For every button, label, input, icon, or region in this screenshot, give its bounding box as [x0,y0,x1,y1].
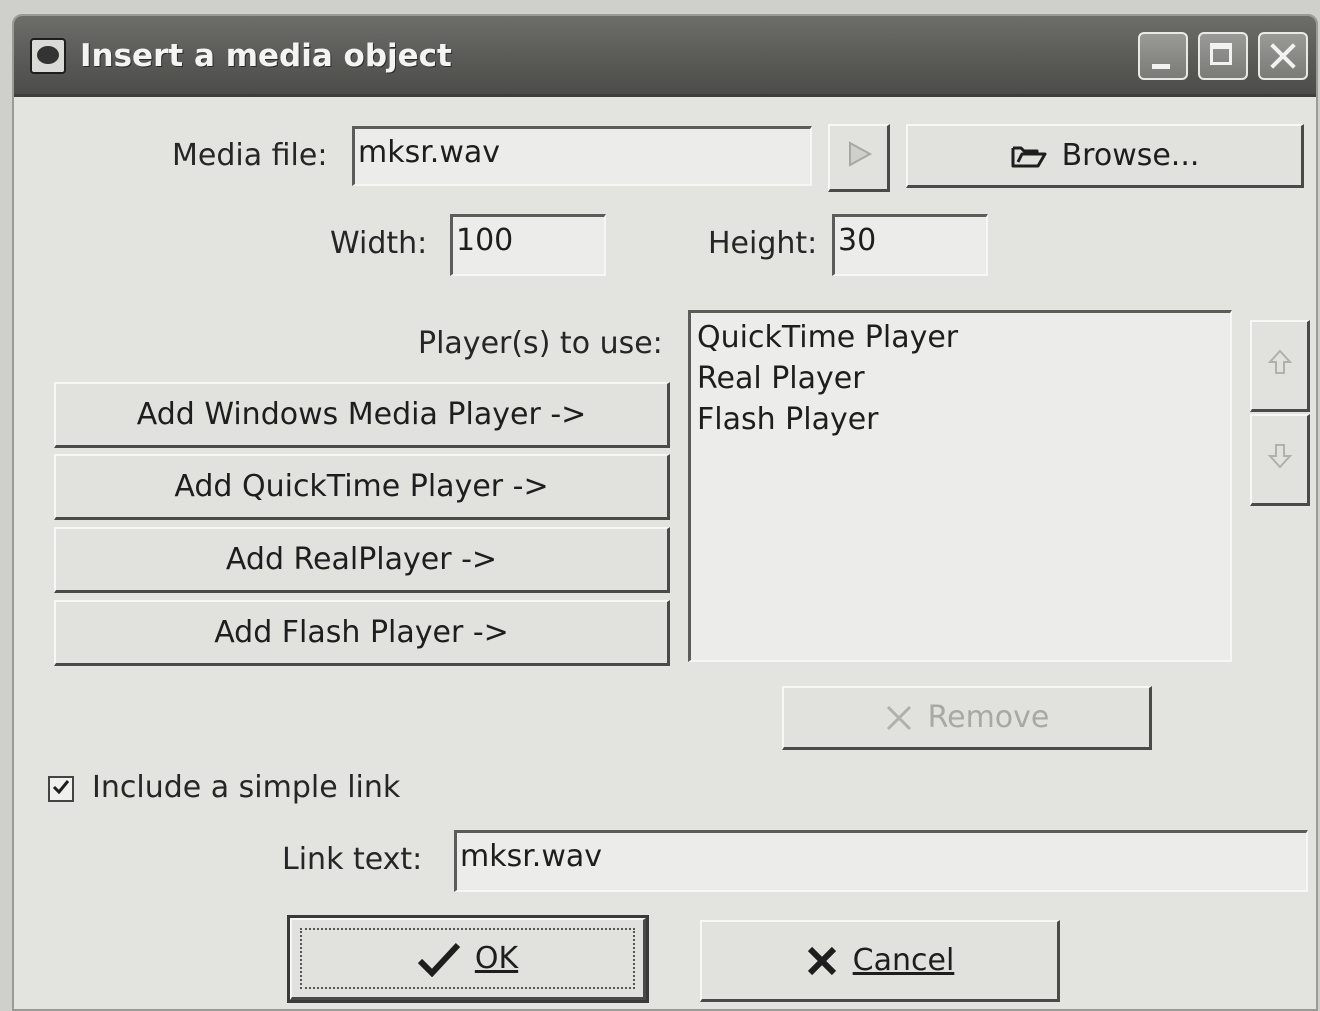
include-link-label[interactable]: Include a simple link [92,770,400,805]
cancel-label: Cancel [853,943,955,978]
add-windows-media-player-button[interactable]: Add Windows Media Player -> [54,382,670,448]
move-up-button[interactable] [1250,320,1310,412]
players-list[interactable]: QuickTime Player Real Player Flash Playe… [688,310,1232,662]
play-button[interactable] [828,124,890,192]
x-icon [884,703,914,733]
move-down-button[interactable] [1250,414,1310,506]
focus-ring [300,928,635,989]
include-link-checkbox[interactable] [48,776,74,802]
media-file-input[interactable]: mksr.wav [352,126,812,186]
close-button[interactable] [1258,32,1308,80]
link-text-label: Link text: [282,842,423,877]
browse-button[interactable]: Browse... [906,124,1304,188]
maximize-button[interactable] [1198,32,1248,80]
insert-media-dialog: Insert a media object Media file: mksr.w… [12,14,1318,1011]
checkmark-icon [51,777,71,801]
arrow-up-icon [1267,348,1293,384]
add-quicktime-player-button[interactable]: Add QuickTime Player -> [54,454,670,520]
height-label: Height: [708,226,818,261]
arrow-down-icon [1267,442,1293,478]
list-item[interactable]: Real Player [697,358,1230,399]
height-input[interactable]: 30 [832,214,988,276]
link-text-input[interactable]: mksr.wav [454,830,1308,892]
play-icon [844,139,874,177]
add-flash-player-button[interactable]: Add Flash Player -> [54,600,670,666]
media-file-label: Media file: [172,138,328,173]
minimize-button[interactable] [1138,32,1188,80]
x-icon [805,944,839,978]
remove-button[interactable]: Remove [782,686,1152,750]
width-input[interactable]: 100 [450,214,606,276]
cancel-button[interactable]: Cancel [700,920,1060,1002]
title-bar[interactable]: Insert a media object [14,16,1316,97]
players-label: Player(s) to use: [418,326,663,361]
remove-label: Remove [927,700,1050,735]
browse-label: Browse... [1061,138,1200,173]
folder-open-icon [1010,142,1048,170]
window-title: Insert a media object [80,38,452,74]
ok-button[interactable]: OK [287,915,649,1003]
cancel-label-text: Cancel [852,943,955,978]
list-item[interactable]: Flash Player [697,399,1230,440]
add-realplayer-button[interactable]: Add RealPlayer -> [54,527,670,593]
width-label: Width: [330,226,428,261]
list-item[interactable]: QuickTime Player [697,317,1230,358]
app-icon[interactable] [30,38,66,74]
